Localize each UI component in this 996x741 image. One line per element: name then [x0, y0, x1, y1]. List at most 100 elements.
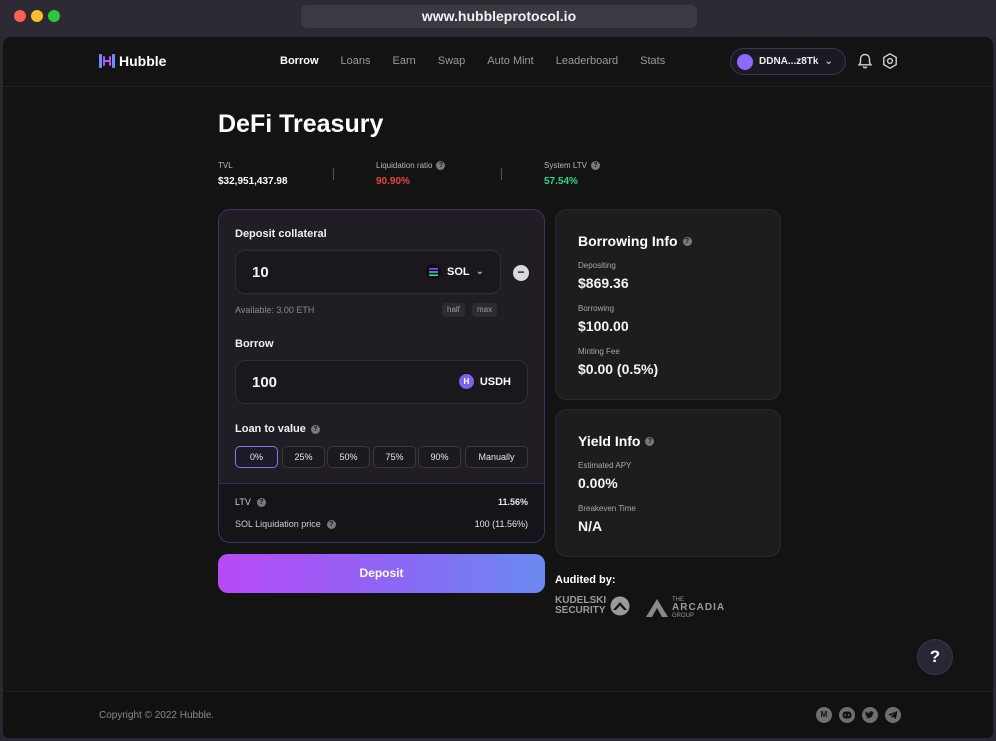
nav-links: Borrow Loans Earn Swap Auto Mint Leaderb… [280, 55, 687, 67]
remove-collateral-button[interactable]: − [513, 265, 529, 281]
breakeven-time-label: Breakeven Time [578, 504, 636, 513]
nav-leaderboard[interactable]: Leaderboard [556, 55, 618, 67]
borrow-amount-field[interactable]: 100 H USDH [235, 360, 528, 404]
tvl-value: $32,951,437.98 [218, 176, 288, 187]
telegram-icon[interactable] [885, 707, 901, 723]
kudelski-security-logo[interactable]: KUDELSKI SECURITY [555, 596, 630, 616]
ltv-option-0[interactable]: 0% [235, 446, 278, 468]
loan-to-value-label: Loan to value [235, 423, 306, 435]
gear-icon[interactable] [881, 52, 899, 70]
system-ltv-value: 57.54% [544, 176, 578, 187]
arcadia-group: GROUP [672, 613, 695, 619]
stat-divider [501, 168, 502, 180]
help-circle-icon[interactable]: ? [645, 436, 655, 446]
brand-name: Hubble [119, 53, 167, 69]
ltv-option-25[interactable]: 25% [282, 446, 325, 468]
ltv-option-manually[interactable]: Manually [465, 446, 528, 468]
chevron-down-icon: ⌄ [824, 56, 833, 67]
browser-titlebar: www.hubbleprotocol.io [0, 0, 996, 36]
help-circle-icon[interactable]: ? [682, 236, 692, 246]
medium-icon[interactable]: M [816, 707, 832, 723]
help-circle-icon[interactable]: ? [436, 161, 446, 170]
arcadia-group-logo[interactable]: THE ARCADIA GROUP [646, 596, 725, 620]
ltv-option-75[interactable]: 75% [373, 446, 416, 468]
deposit-collateral-label: Deposit collateral [235, 228, 327, 240]
borrowing-info-heading: Borrowing Info ? [578, 233, 692, 249]
wallet-button[interactable]: DDNA...z8Tk ⌄ [730, 48, 846, 75]
address-bar[interactable]: www.hubbleprotocol.io [301, 5, 697, 28]
help-icon: ? [929, 647, 941, 666]
footer: Copyright © 2022 Hubble. M [3, 691, 993, 738]
borrowing-info-title: Borrowing Info [578, 233, 678, 249]
bell-icon[interactable] [856, 52, 874, 70]
nav-auto-mint[interactable]: Auto Mint [487, 55, 533, 67]
deposit-button[interactable]: Deposit [218, 554, 545, 593]
help-circle-icon[interactable]: ? [256, 497, 266, 507]
ltv-row: LTV ? [235, 497, 266, 507]
liquidation-ratio-label: Liquidation ratio [376, 161, 433, 170]
maximize-window-button[interactable] [48, 10, 60, 22]
audited-by-label: Audited by: [555, 574, 616, 586]
discord-icon[interactable] [839, 707, 855, 723]
depositing-value: $869.36 [578, 275, 629, 291]
borrow-form-card: Deposit collateral 10 SOL ⌄ − Available:… [218, 209, 545, 543]
arcadia-mark-icon [646, 599, 668, 617]
estimated-apy-label: Estimated APY [578, 461, 632, 470]
nav-stats[interactable]: Stats [640, 55, 665, 67]
liquidation-ratio-stat: Liquidation ratio? 90.90% [376, 161, 446, 187]
deposit-token-selector[interactable]: SOL ⌄ [425, 264, 484, 279]
top-navigation: Hubble Borrow Loans Earn Swap Auto Mint … [3, 37, 993, 87]
borrowing-label: Borrowing [578, 304, 615, 313]
help-circle-icon[interactable]: ? [590, 161, 600, 170]
wallet-address: DDNA...z8Tk [759, 56, 819, 67]
stat-divider [333, 168, 334, 180]
deposit-token-symbol: SOL [446, 265, 470, 278]
close-window-button[interactable] [14, 10, 26, 22]
liquidation-ratio-value: 90.90% [376, 176, 410, 187]
liquidation-price-label: SOL Liquidation price [235, 519, 321, 529]
deposit-amount-input[interactable]: 10 [252, 264, 269, 281]
nav-loans[interactable]: Loans [341, 55, 371, 67]
ltv-option-90[interactable]: 90% [418, 446, 461, 468]
minimize-window-button[interactable] [31, 10, 43, 22]
ltv-option-50[interactable]: 50% [327, 446, 370, 468]
liquidation-price-row: SOL Liquidation price ? [235, 519, 336, 529]
deposit-amount-field[interactable]: 10 SOL ⌄ [235, 250, 501, 294]
borrow-token-symbol: USDH [479, 375, 511, 388]
estimated-apy-value: 0.00% [578, 475, 618, 491]
app-window: Hubble Borrow Loans Earn Swap Auto Mint … [3, 37, 993, 738]
nav-earn[interactable]: Earn [392, 55, 415, 67]
wallet-avatar [737, 53, 753, 70]
ltv-row-label: LTV [235, 497, 251, 507]
hubble-logo-icon [99, 54, 115, 68]
depositing-label: Depositing [578, 261, 616, 270]
tvl-label: TVL [218, 161, 233, 170]
system-ltv-label: System LTV [544, 161, 587, 170]
yield-info-heading: Yield Info ? [578, 433, 655, 449]
chevron-down-icon: ⌄ [475, 266, 484, 277]
kudelski-mark-icon [610, 596, 630, 616]
borrow-label: Borrow [235, 338, 274, 350]
page-title: DeFi Treasury [218, 110, 384, 138]
help-button[interactable]: ? [917, 639, 953, 675]
system-ltv-stat: System LTV? 57.54% [544, 161, 600, 187]
ltv-row-value: 11.56% [497, 497, 528, 507]
borrow-amount-input[interactable]: 100 [252, 374, 277, 391]
help-circle-icon[interactable]: ? [310, 424, 320, 434]
nav-borrow[interactable]: Borrow [280, 55, 319, 67]
copyright-text: Copyright © 2022 Hubble. [99, 710, 215, 721]
minting-fee-label: Minting Fee [578, 347, 620, 356]
kudelski-line2: SECURITY [555, 605, 606, 616]
loan-to-value-heading: Loan to value ? [235, 423, 320, 435]
help-circle-icon[interactable]: ? [326, 519, 336, 529]
twitter-icon[interactable] [862, 707, 878, 723]
hubble-logo[interactable]: Hubble [99, 53, 166, 69]
tvl-stat: TVL $32,951,437.98 [218, 161, 288, 187]
borrow-form-inputs: Deposit collateral 10 SOL ⌄ − Available:… [219, 210, 544, 484]
arcadia-name: ARCADIA [672, 602, 726, 613]
liquidation-price-value: 100 (11.56%) [474, 519, 528, 529]
max-button[interactable]: max [472, 303, 498, 317]
half-button[interactable]: half [442, 303, 465, 317]
yield-info-panel: Yield Info ? Estimated APY 0.00% Breakev… [555, 409, 781, 557]
nav-swap[interactable]: Swap [438, 55, 466, 67]
